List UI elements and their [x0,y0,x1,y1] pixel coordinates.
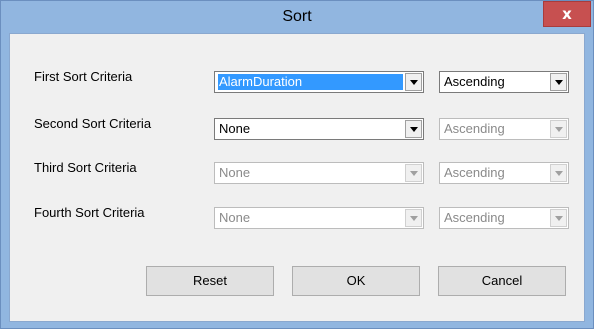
second-sort-order-select: Ascending [439,118,569,140]
second-sort-field-value: None [219,121,251,136]
third-sort-order-select: Ascending [439,162,569,184]
third-sort-field-value: None [219,165,251,180]
second-sort-field-select[interactable]: None [214,118,424,140]
window-title: Sort [282,8,312,25]
title-bar[interactable]: Sort x [1,1,593,33]
close-button[interactable]: x [543,1,591,27]
chevron-down-icon [550,209,567,227]
chevron-down-icon[interactable] [405,120,422,138]
ok-button[interactable]: OK [292,266,420,296]
third-sort-criteria-label: Third Sort Criteria [34,160,137,175]
fourth-sort-order-select: Ascending [439,207,569,229]
first-sort-field-value: AlarmDuration [218,74,403,90]
fourth-sort-criteria-label: Fourth Sort Criteria [34,205,145,220]
close-icon: x [562,5,572,23]
chevron-down-icon[interactable] [550,73,567,91]
chevron-down-icon [550,164,567,182]
first-sort-order-select[interactable]: Ascending [439,71,569,93]
reset-button[interactable]: Reset [146,266,274,296]
first-sort-criteria-label: First Sort Criteria [34,69,133,84]
second-sort-order-value: Ascending [444,121,505,136]
cancel-button[interactable]: Cancel [438,266,566,296]
chevron-down-icon [405,164,422,182]
third-sort-field-select: None [214,162,424,184]
chevron-down-icon [550,120,567,138]
chevron-down-icon [405,209,422,227]
first-sort-order-value: Ascending [444,74,505,89]
fourth-sort-field-select: None [214,207,424,229]
dialog-client-area: First Sort Criteria AlarmDuration Ascend… [9,33,585,322]
fourth-sort-field-value: None [219,210,251,225]
first-sort-field-select[interactable]: AlarmDuration [214,71,424,93]
second-sort-criteria-label: Second Sort Criteria [34,116,152,131]
chevron-down-icon[interactable] [405,73,422,91]
fourth-sort-order-value: Ascending [444,210,505,225]
sort-dialog-window: Sort x First Sort Criteria AlarmDuration… [0,0,594,329]
third-sort-order-value: Ascending [444,165,505,180]
